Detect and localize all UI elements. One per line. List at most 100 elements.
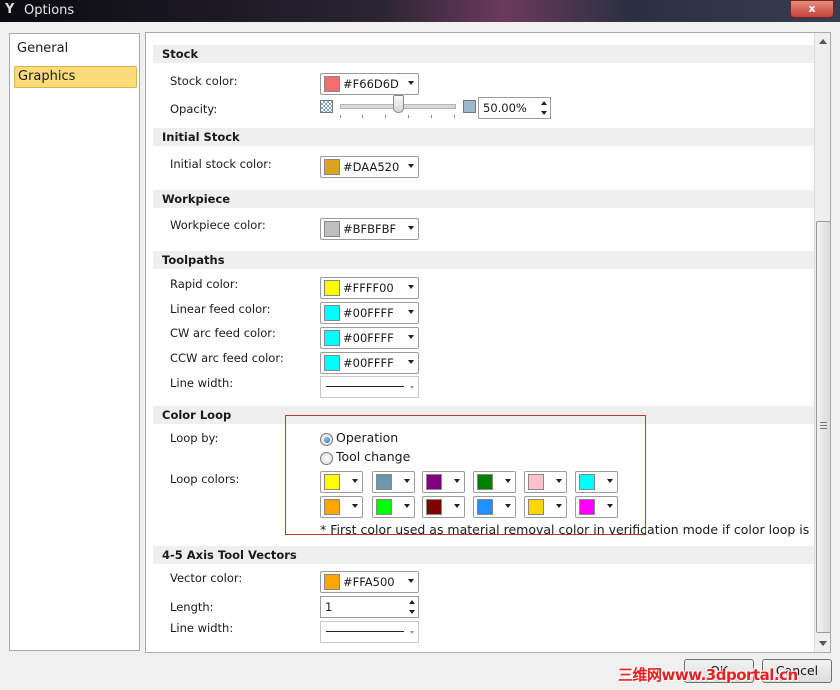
color-swatch: [477, 499, 493, 515]
close-button[interactable]: x: [790, 0, 834, 18]
loop-color-9[interactable]: [422, 496, 465, 518]
nav-item-general[interactable]: General: [14, 39, 135, 59]
stock-color-picker[interactable]: #F66D6D: [320, 73, 419, 95]
title-bar: Y Options x: [0, 0, 840, 22]
loop-by-label: Loop by:: [170, 431, 219, 445]
loop-color-11[interactable]: [524, 496, 567, 518]
radio-operation[interactable]: [320, 433, 333, 446]
loop-color-4[interactable]: [473, 471, 516, 493]
color-swatch: [324, 499, 340, 515]
vector-line-width-label: Line width:: [170, 621, 234, 635]
chevron-down-icon: [408, 310, 414, 314]
scroll-down-icon[interactable]: [819, 641, 827, 646]
slider-tick: [340, 115, 341, 118]
chevron-down-icon: [454, 479, 460, 483]
color-swatch: [477, 474, 493, 490]
color-value: #DAA520: [343, 160, 400, 174]
loop-color-10[interactable]: [473, 496, 516, 518]
workpiece-color-label: Workpiece color:: [170, 218, 266, 232]
toolpath-line-width-label: Line width:: [170, 376, 234, 390]
linear-feed-color-picker[interactable]: #00FFFF: [320, 302, 419, 324]
chevron-down-icon: [352, 479, 358, 483]
app-logo-icon: Y: [5, 2, 15, 17]
workpiece-color-picker[interactable]: #BFBFBF: [320, 218, 419, 240]
nav-item-graphics[interactable]: Graphics: [14, 66, 137, 88]
scrollbar-thumb[interactable]: [816, 221, 830, 633]
section-stock: Stock: [153, 45, 822, 63]
loop-color-1[interactable]: [320, 471, 363, 493]
chevron-down-icon: [556, 479, 562, 483]
cw-arc-feed-color-picker[interactable]: #00FFFF: [320, 327, 419, 349]
toolpath-line-width-picker[interactable]: [320, 376, 419, 398]
chevron-down-icon: [408, 164, 414, 168]
vector-color-picker[interactable]: #FFA500: [320, 571, 419, 593]
vertical-scrollbar[interactable]: [814, 33, 830, 652]
loop-color-8[interactable]: [372, 496, 415, 518]
spin-up-icon[interactable]: [409, 600, 415, 604]
chevron-down-icon: [410, 386, 414, 389]
section-initial-stock: Initial Stock: [153, 128, 822, 146]
initial-stock-color-picker[interactable]: #DAA520: [320, 156, 419, 178]
color-swatch: [376, 499, 392, 515]
length-value: 1: [325, 600, 333, 614]
settings-panel: Stock Stock color: #F66D6D Opacity: 50.0…: [145, 32, 831, 653]
chevron-down-icon: [505, 479, 511, 483]
color-value: #F66D6D: [343, 77, 399, 91]
loop-color-2[interactable]: [372, 471, 415, 493]
window-title: Options: [24, 3, 75, 18]
color-swatch: [324, 221, 340, 237]
spin-down-icon[interactable]: [409, 610, 415, 614]
loop-color-3[interactable]: [422, 471, 465, 493]
radio-operation-label[interactable]: Operation: [336, 430, 398, 445]
color-value: #BFBFBF: [343, 222, 397, 236]
linear-feed-color-label: Linear feed color:: [170, 302, 271, 316]
spin-down-icon[interactable]: [541, 111, 547, 115]
loop-colors-label: Loop colors:: [170, 472, 240, 486]
close-icon: x: [808, 2, 816, 15]
chevron-down-icon: [408, 335, 414, 339]
radio-tool-change-label[interactable]: Tool change: [336, 449, 410, 464]
loop-color-7[interactable]: [320, 496, 363, 518]
color-swatch: [376, 474, 392, 490]
line-sample: [326, 386, 404, 387]
chevron-down-icon: [352, 504, 358, 508]
color-swatch: [324, 76, 340, 92]
slider-tick: [431, 115, 432, 118]
length-label: Length:: [170, 600, 214, 614]
color-value: #FFFF00: [343, 281, 394, 295]
stock-color-label: Stock color:: [170, 74, 238, 88]
length-spinner[interactable]: 1: [320, 596, 419, 618]
opacity-slider-thumb[interactable]: [393, 95, 404, 113]
loop-color-6[interactable]: [575, 471, 618, 493]
color-swatch: [324, 474, 340, 490]
loop-color-5[interactable]: [524, 471, 567, 493]
color-swatch: [579, 499, 595, 515]
rapid-color-label: Rapid color:: [170, 277, 239, 291]
chevron-down-icon: [404, 479, 410, 483]
rapid-color-picker[interactable]: #FFFF00: [320, 277, 419, 299]
ccw-arc-feed-color-label: CCW arc feed color:: [170, 351, 284, 365]
opacity-label: Opacity:: [170, 102, 218, 116]
watermark: 三维网www.3dportal.cn: [618, 666, 798, 684]
chevron-down-icon: [408, 285, 414, 289]
chevron-down-icon: [408, 579, 414, 583]
color-value: #00FFFF: [343, 356, 394, 370]
section-toolpaths: Toolpaths: [153, 251, 822, 269]
section-workpiece: Workpiece: [153, 190, 822, 208]
vector-color-label: Vector color:: [170, 571, 243, 585]
vector-line-width-picker[interactable]: [320, 621, 419, 643]
ccw-arc-feed-color-picker[interactable]: #00FFFF: [320, 352, 419, 374]
radio-tool-change[interactable]: [320, 452, 333, 465]
chevron-down-icon: [408, 226, 414, 230]
slider-tick: [385, 115, 386, 118]
line-sample: [326, 631, 404, 632]
chevron-down-icon: [556, 504, 562, 508]
initial-stock-color-label: Initial stock color:: [170, 157, 272, 171]
opacity-spinner[interactable]: 50.00%: [478, 97, 551, 119]
color-value: #00FFFF: [343, 306, 394, 320]
scroll-up-icon[interactable]: [819, 39, 827, 44]
chevron-down-icon: [505, 504, 511, 508]
spin-up-icon[interactable]: [541, 101, 547, 105]
loop-color-12[interactable]: [575, 496, 618, 518]
slider-tick: [362, 115, 363, 118]
